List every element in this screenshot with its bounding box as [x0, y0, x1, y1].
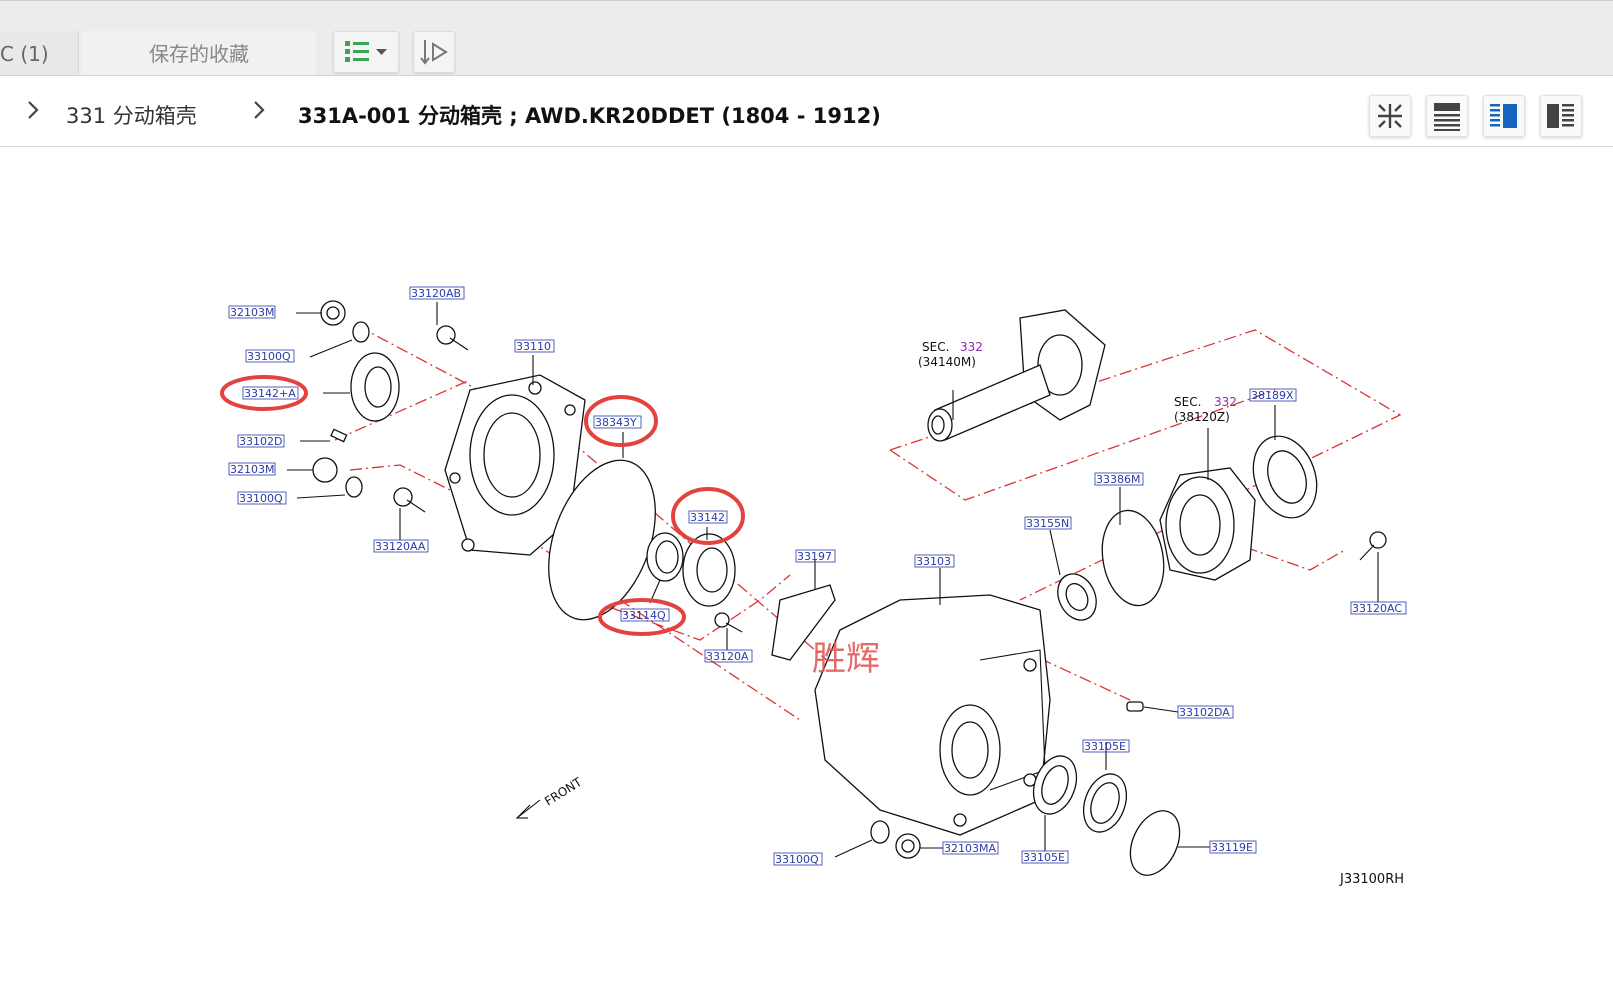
parts-diagram: FRONT 32103M 33120AB 33100Q 33110 33142+…: [220, 286, 1407, 887]
svg-text:(38120Z): (38120Z): [1174, 410, 1230, 424]
figure-id: J33100RH: [1339, 872, 1404, 887]
svg-text:33110: 33110: [516, 340, 551, 353]
svg-text:33100Q: 33100Q: [239, 492, 283, 505]
part-label[interactable]: 33100Q: [245, 349, 295, 363]
part-label[interactable]: 32103M: [228, 305, 276, 319]
tab-saved-favorites[interactable]: 保存的收藏: [82, 31, 316, 75]
front-label: FRONT: [542, 775, 585, 809]
full-list-icon: [1434, 103, 1460, 131]
detail-view-button[interactable]: [1540, 95, 1582, 137]
part-label[interactable]: 33119E: [1209, 840, 1257, 854]
part-label[interactable]: 33103: [914, 554, 955, 568]
svg-text:33120AA: 33120AA: [375, 540, 426, 553]
part-label[interactable]: 33100Q: [773, 852, 823, 866]
sort-button[interactable]: [413, 31, 455, 73]
breadcrumb-level2: 331A-001 分动箱壳 ; AWD.KR20DDET (1804 - 191…: [298, 104, 881, 128]
shaft-part-34140M: [927, 309, 1106, 442]
part-label[interactable]: 33114Q: [620, 608, 670, 622]
bottom-plug-parts: [870, 820, 921, 859]
svg-text:33142: 33142: [690, 511, 725, 524]
full-list-button[interactable]: [1426, 95, 1468, 137]
section-ref-1: SEC. 332 (34140M): [918, 340, 983, 369]
svg-text:332: 332: [1214, 395, 1237, 409]
svg-text:332: 332: [960, 340, 983, 354]
part-label[interactable]: 32103M: [228, 462, 276, 476]
part-label[interactable]: 33120A: [704, 649, 753, 663]
part-label[interactable]: 33105E: [1021, 850, 1069, 864]
tab-active[interactable]: C (1): [0, 31, 79, 75]
part-label[interactable]: 33102D: [237, 434, 285, 448]
svg-text:32103M: 32103M: [230, 306, 274, 319]
part-label[interactable]: 38189X: [1249, 388, 1297, 402]
part-label[interactable]: 38343Y: [593, 415, 642, 429]
svg-text:33120AB: 33120AB: [411, 287, 461, 300]
detail-view-icon: [1547, 104, 1574, 128]
svg-text:33120AC: 33120AC: [1352, 602, 1402, 615]
part-label[interactable]: 33120AB: [409, 286, 465, 300]
breadcrumb: 331 分动箱壳 331A-001 分动箱壳 ; AWD.KR20DDET (1…: [0, 77, 1613, 147]
part-label[interactable]: 33155N: [1024, 516, 1072, 530]
svg-text:33197: 33197: [797, 550, 832, 563]
part-label[interactable]: 33142+A: [242, 386, 299, 400]
part-label[interactable]: 33105E: [1082, 739, 1130, 753]
part-label[interactable]: 33197: [795, 549, 836, 563]
watermark-text: 胜辉: [812, 639, 880, 679]
sort-icon: [420, 40, 448, 65]
svg-text:32103MA: 32103MA: [944, 842, 996, 855]
svg-text:33119E: 33119E: [1211, 841, 1253, 854]
list-view-icon: [345, 41, 387, 62]
oring-part-33386M: [1101, 509, 1165, 607]
svg-text:(34140M): (34140M): [918, 355, 976, 369]
bolt-part-33120A: [714, 612, 743, 633]
svg-text:SEC.: SEC.: [1174, 395, 1201, 409]
part-label[interactable]: 33142: [688, 510, 728, 524]
svg-text:33102D: 33102D: [239, 435, 282, 448]
part-label[interactable]: 33100Q: [237, 491, 287, 505]
svg-text:38189X: 38189X: [1251, 389, 1294, 402]
collapse-icon: [1378, 104, 1402, 128]
collapse-button[interactable]: [1369, 95, 1411, 137]
svg-text:33100Q: 33100Q: [247, 350, 291, 363]
svg-text:33142+A: 33142+A: [244, 387, 296, 400]
bolt-part-33120AC: [1359, 531, 1387, 561]
svg-text:33102DA: 33102DA: [1179, 706, 1230, 719]
part-label[interactable]: 33102DA: [1177, 705, 1234, 719]
section-ref-2: SEC. 332 (38120Z): [1174, 395, 1237, 424]
front-arrow-icon: [515, 799, 541, 819]
svg-text:33120A: 33120A: [706, 650, 749, 663]
part-label[interactable]: 33120AC: [1350, 601, 1407, 615]
pin-part-33102DA: [1126, 701, 1144, 712]
part-labels: 32103M 33120AB 33100Q 33110 33142+A 3834…: [228, 286, 1407, 866]
part-label[interactable]: 33110: [514, 339, 555, 353]
svg-text:33103: 33103: [916, 555, 951, 568]
part-label[interactable]: 32103MA: [942, 841, 999, 855]
svg-text:33100Q: 33100Q: [775, 853, 819, 866]
housing-part-33103: [814, 594, 1051, 836]
svg-text:33114Q: 33114Q: [622, 609, 666, 622]
part-label[interactable]: 33386M: [1094, 472, 1144, 486]
list-view-button[interactable]: [333, 31, 399, 73]
tab-active-label: C (1): [0, 42, 49, 66]
part-label[interactable]: 33120AA: [373, 539, 429, 553]
split-view-button[interactable]: [1483, 95, 1525, 137]
svg-text:38343Y: 38343Y: [595, 416, 637, 429]
svg-text:32103M: 32103M: [230, 463, 274, 476]
svg-text:33386M: 33386M: [1096, 473, 1140, 486]
chevron-right-icon: [26, 99, 40, 127]
breadcrumb-level1[interactable]: 331 分动箱壳: [66, 100, 197, 130]
tab-favorites-label: 保存的收藏: [149, 42, 249, 66]
bearing-part-38120Z: [1159, 467, 1256, 581]
oring-part-33119E: [1129, 810, 1181, 876]
svg-text:SEC.: SEC.: [922, 340, 949, 354]
left-parts: [312, 300, 469, 513]
svg-text:33105E: 33105E: [1023, 851, 1065, 864]
chevron-right-icon: [252, 99, 266, 127]
seal-part-33114Q: [646, 532, 684, 582]
split-view-icon: [1490, 104, 1517, 128]
tab-bar: C (1) 保存的收藏: [0, 0, 1613, 76]
seal-part-38189X: [1252, 435, 1318, 519]
svg-text:33105E: 33105E: [1084, 740, 1126, 753]
washer-part-33155N: [1057, 573, 1097, 621]
svg-text:33155N: 33155N: [1026, 517, 1069, 530]
